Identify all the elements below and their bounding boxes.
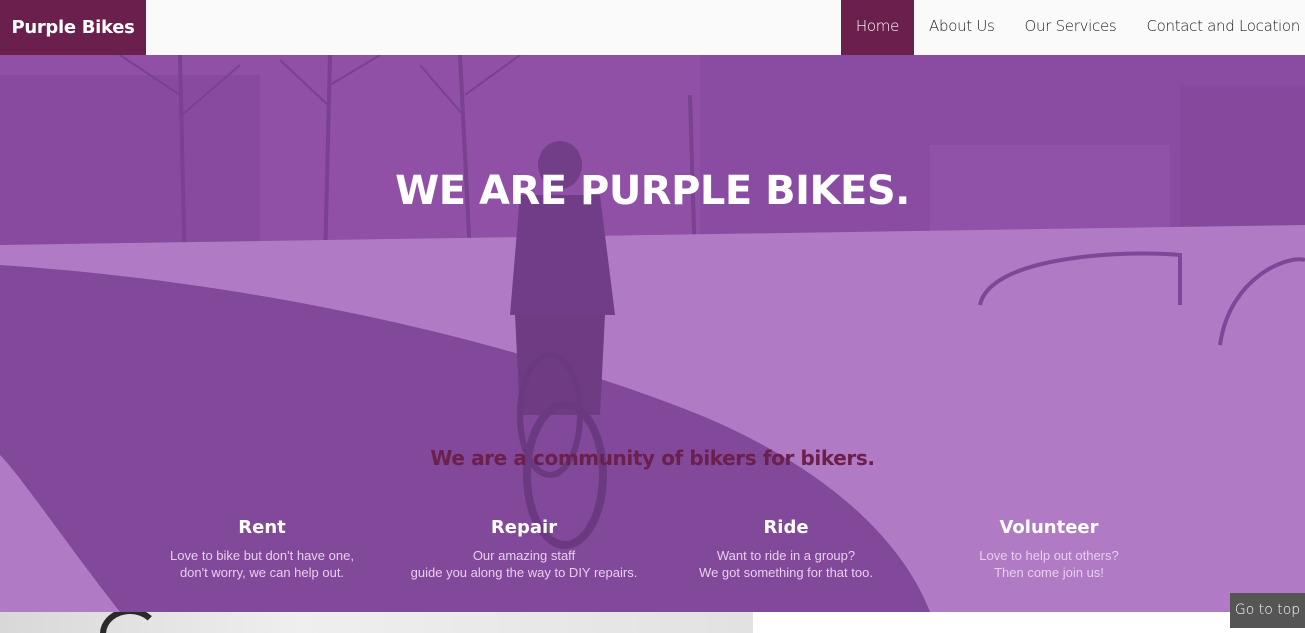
feature-repair: Repair Our amazing staff guide you along … [384,517,664,581]
main-nav: Home About Us Our Services Contact and L… [840,0,1305,55]
nav-home[interactable]: Home [840,0,915,55]
image-glyph [100,612,160,633]
feature-ride: Ride Want to ride in a group? We got some… [646,517,926,581]
feature-title: Rent [238,517,286,538]
brand-logo[interactable]: Purple Bikes [0,0,146,55]
hero-subtitle: We are a community of bikers for bikers. [430,446,875,470]
feature-description: Want to ride in a group? We got something… [699,548,873,580]
go-to-top-button[interactable]: Go to top [1230,593,1305,628]
nav-contact-location[interactable]: Contact and Location [1131,0,1305,55]
feature-title: Repair [490,517,558,538]
top-navbar: Purple Bikes Home About Us Our Services … [0,0,1305,55]
feature-rent: Rent Love to bike but don't have one, don… [122,517,402,581]
hero-title: WE ARE PURPLE BIKES. [395,168,910,214]
section-image [0,612,753,633]
nav-our-services[interactable]: Our Services [1010,0,1132,55]
feature-title: Ride [763,517,809,538]
feature-title: Volunteer [999,517,1099,538]
feature-description: Love to bike but don't have one, don't wo… [170,548,354,580]
hero-section: WE ARE PURPLE BIKES. We are a community … [0,55,1305,612]
feature-volunteer: Volunteer Love to help out others? Then c… [909,517,1189,581]
feature-description: Love to help out others? Then come join u… [979,548,1119,580]
feature-description: Our amazing staff guide you along the way… [410,548,638,580]
nav-about-us[interactable]: About Us [914,0,1010,55]
